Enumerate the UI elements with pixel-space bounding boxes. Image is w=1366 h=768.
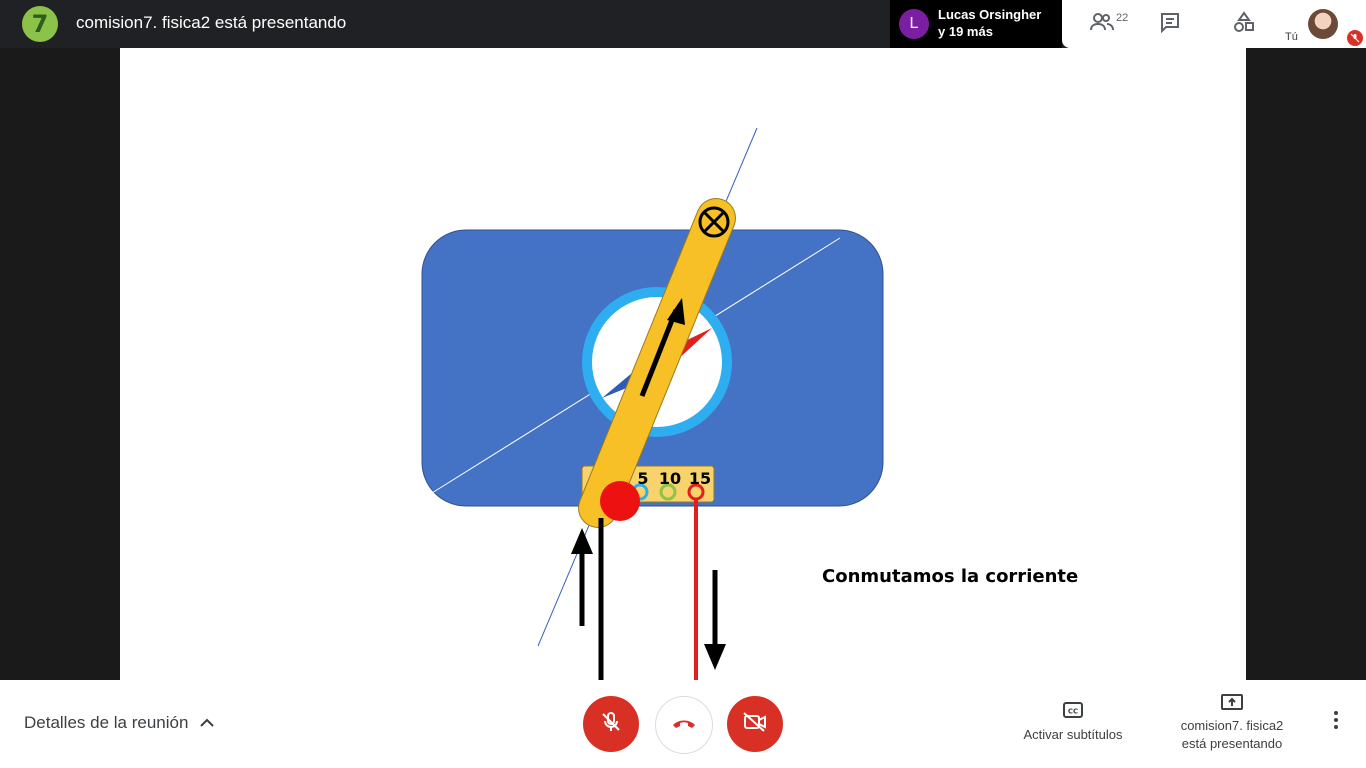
participant-avatar: L xyxy=(899,9,929,39)
captions-button[interactable]: CC Activar subtítulos xyxy=(1010,702,1136,742)
camera-off-icon xyxy=(742,711,768,738)
presenting-label-line2: está presentando xyxy=(1181,736,1283,751)
up-current-arrow-head xyxy=(571,528,593,554)
chat-icon xyxy=(1159,11,1181,38)
self-label: Tú xyxy=(1285,31,1298,43)
pivot-dot xyxy=(600,481,640,521)
participant-more-count: y 19 más xyxy=(938,24,993,39)
participants-summary: Lucas Orsingher y 19 más xyxy=(938,6,1041,40)
participant-avatar-letter: L xyxy=(909,15,919,32)
camera-toggle-button[interactable] xyxy=(727,696,783,752)
activities-icon xyxy=(1233,10,1255,38)
people-button[interactable]: 22 xyxy=(1072,0,1132,48)
down-current-arrow-head xyxy=(704,644,726,670)
self-tile[interactable]: Tú xyxy=(1282,0,1366,48)
avatar-letter: 7 xyxy=(31,10,49,38)
people-count-badge: 22 xyxy=(1116,12,1129,24)
activities-button[interactable] xyxy=(1214,0,1274,48)
slide-caption: Conmutamos la corriente xyxy=(822,566,1079,587)
hangup-button[interactable] xyxy=(655,696,713,754)
presentation-slide: 5 10 15 Conmutamos la corriente xyxy=(120,48,1246,680)
captions-label: Activar subtítulos xyxy=(1023,727,1123,742)
meeting-details-label: Detalles de la reunión xyxy=(24,713,189,732)
top-bar: 7 comision7. fisica2 está presentando L … xyxy=(0,0,1366,48)
meeting-details-button[interactable]: Detalles de la reunión xyxy=(24,713,215,733)
mic-off-icon xyxy=(599,710,623,739)
hangup-icon xyxy=(671,716,697,734)
presenter-avatar: 7 xyxy=(22,6,58,42)
avatar xyxy=(1308,9,1338,39)
scale-label-15: 15 xyxy=(689,469,711,488)
participants-preview[interactable]: L Lucas Orsingher y 19 más xyxy=(890,0,1062,48)
presentation-title: comision7. fisica2 está presentando xyxy=(76,13,347,32)
present-screen-icon xyxy=(1221,694,1243,715)
bottom-bar: Detalles de la reunión CC Activar subtít… xyxy=(0,680,1366,768)
presenting-label-line1: comision7. fisica2 xyxy=(1180,718,1284,733)
scale-label-5: 5 xyxy=(637,469,648,488)
toolbar-panel: 22 xyxy=(1062,0,1282,48)
chat-button[interactable] xyxy=(1140,0,1200,48)
participant-name: Lucas Orsingher xyxy=(938,7,1042,22)
presentation-status-button[interactable]: comision7. fisica2 está presentando xyxy=(1170,694,1294,753)
svg-text:CC: CC xyxy=(1068,708,1078,716)
closed-captions-icon: CC xyxy=(1063,702,1083,721)
more-options-button[interactable] xyxy=(1324,710,1348,734)
chevron-up-icon xyxy=(200,718,215,727)
scale-label-10: 10 xyxy=(659,469,681,488)
self-mic-off-icon xyxy=(1347,30,1363,46)
people-icon xyxy=(1089,11,1115,38)
more-vert-icon xyxy=(1333,710,1339,735)
mic-toggle-button[interactable] xyxy=(583,696,639,752)
